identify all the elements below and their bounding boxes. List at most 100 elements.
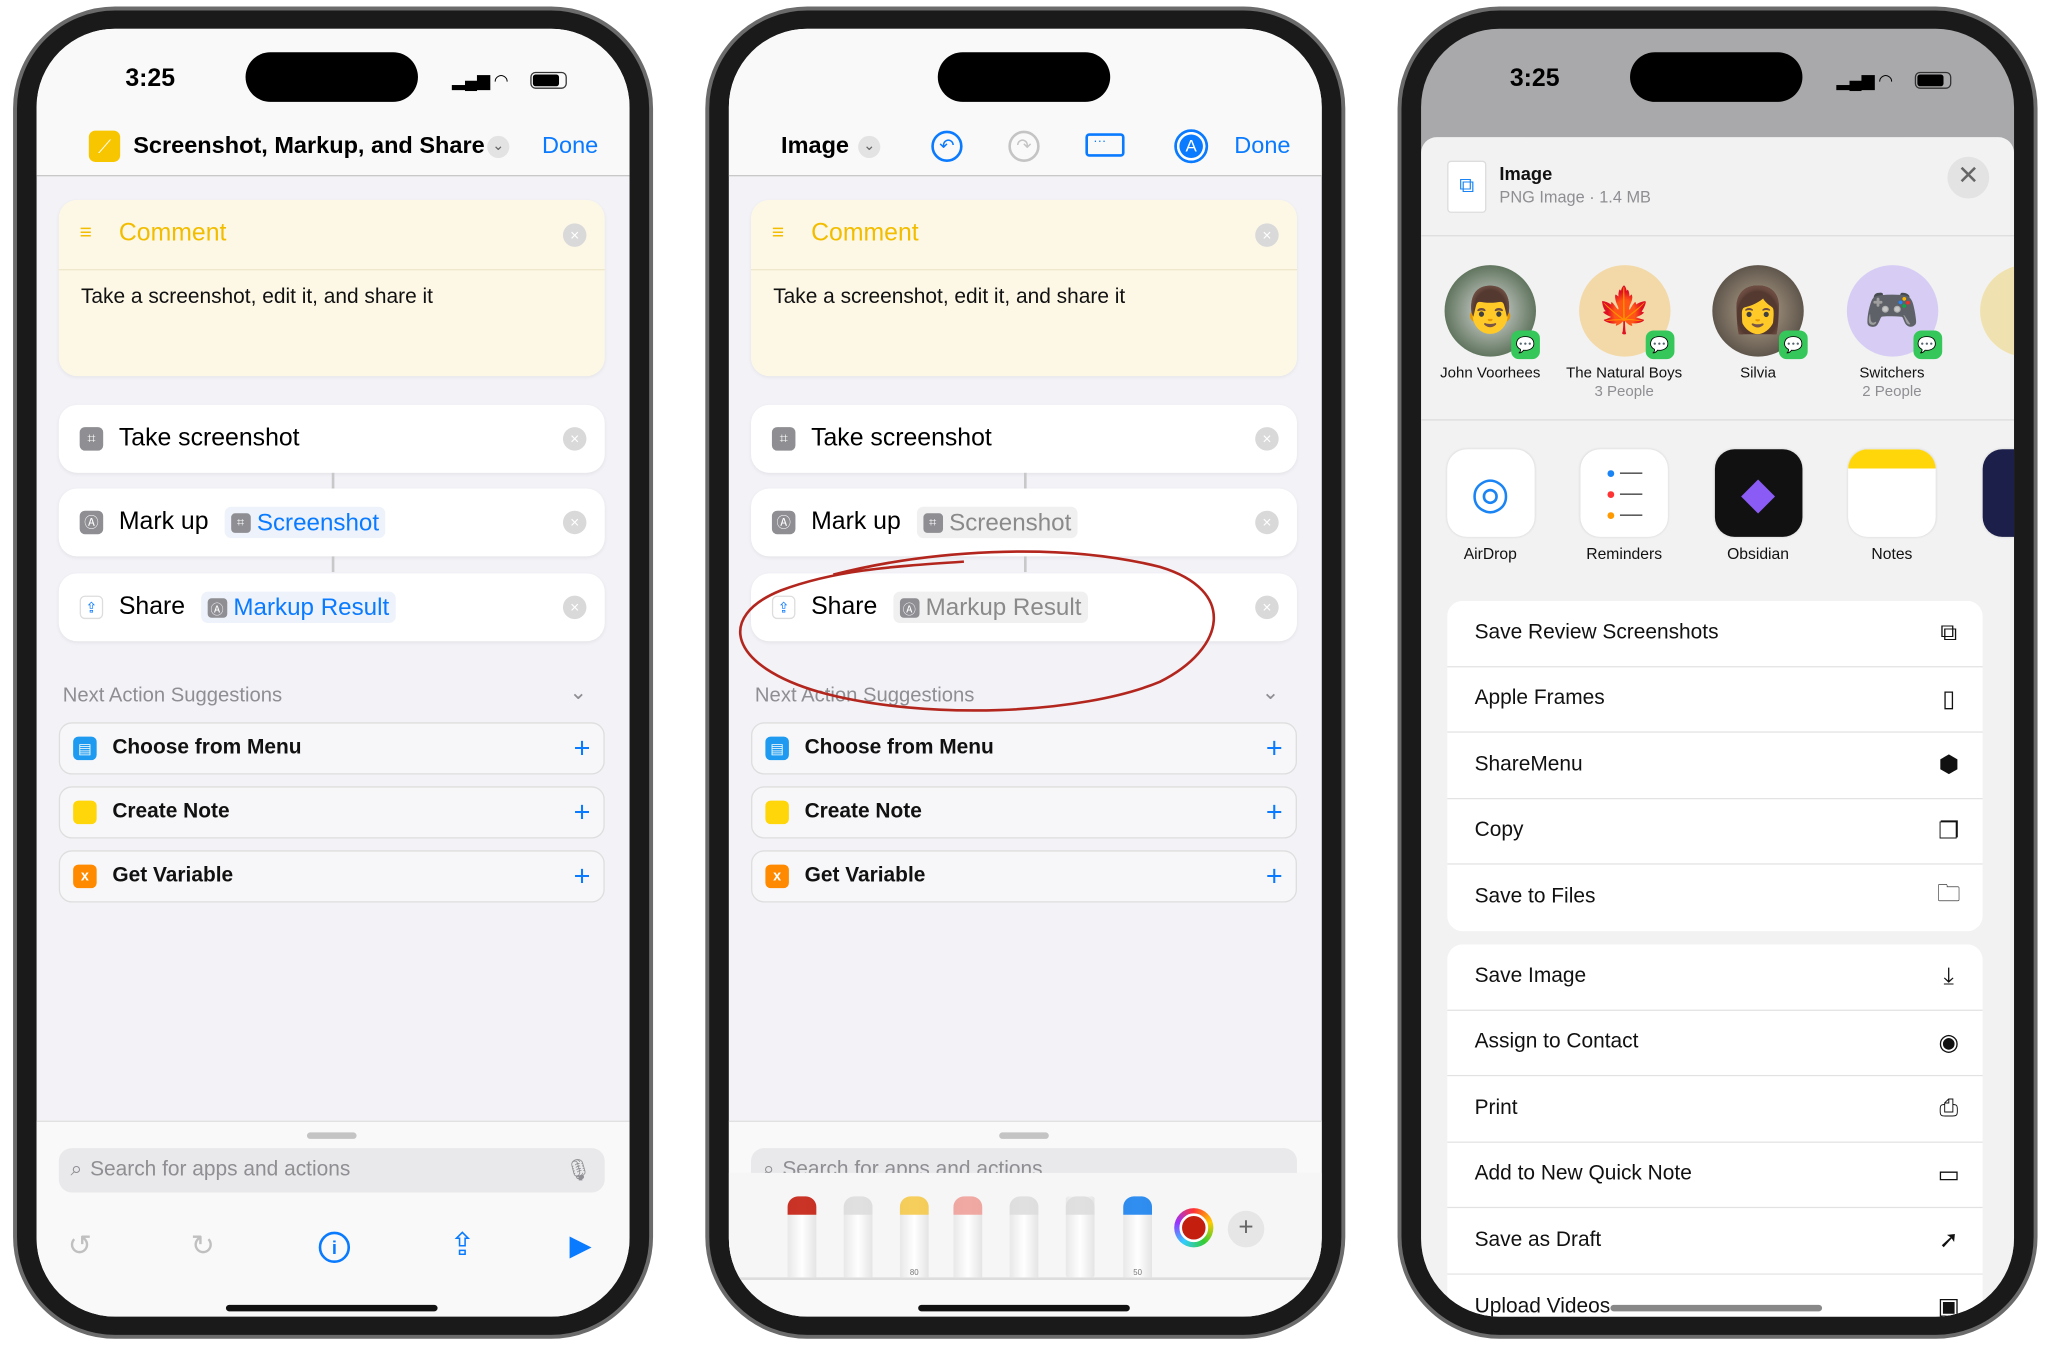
redo-icon[interactable]: ↷ xyxy=(1008,130,1040,162)
monoline-tool[interactable] xyxy=(843,1196,873,1278)
marker-tool[interactable]: 80 xyxy=(899,1196,929,1278)
phone-1: 3:25 ▂▄▆ ◠ ⟋ Screenshot, Markup, and Sha… xyxy=(13,6,654,1339)
share-person[interactable]: 👩 💬 Silvia xyxy=(1693,265,1824,383)
remove-button[interactable]: × xyxy=(562,427,587,451)
redo-icon[interactable]: ↻ xyxy=(191,1229,215,1263)
share-action-row[interactable]: Save to Files 🗀 xyxy=(1447,864,1983,931)
undo-icon[interactable]: ↶ xyxy=(931,130,963,162)
action-2[interactable]: ⇪ Share Ⓐ Markup Result × xyxy=(58,573,605,642)
avatar: 👩 💬 xyxy=(1712,265,1808,360)
share-action-row[interactable]: Assign to Contact ◉ xyxy=(1447,1010,1983,1077)
suggestion-icon: x xyxy=(73,864,97,889)
share-action-row[interactable]: Print ⎙ xyxy=(1447,1076,1983,1143)
share-person[interactable]: 🍁 💬 The Natural Boys 3 People xyxy=(1559,265,1690,401)
pen-tool[interactable] xyxy=(787,1196,817,1278)
share-action-row[interactable]: Apple Frames ▯ xyxy=(1447,666,1983,733)
remove-button[interactable]: × xyxy=(1255,427,1279,451)
share-icon[interactable]: ⇪ xyxy=(449,1226,475,1264)
comment-text[interactable]: Take a screenshot, edit it, and share it xyxy=(773,286,1125,310)
remove-button[interactable]: × xyxy=(562,510,587,535)
printer-icon: ⎙ xyxy=(1939,1094,1959,1121)
close-button[interactable]: ✕ xyxy=(1947,156,1990,199)
share-action-row[interactable]: Copy ❐ xyxy=(1447,798,1983,865)
action-icon: ⇪ xyxy=(79,595,104,620)
share-action-row[interactable]: Save as Draft ➚ xyxy=(1447,1208,1983,1275)
variable-token[interactable]: ⌗ Screenshot xyxy=(224,506,386,539)
cube-icon: ⬢ xyxy=(1938,751,1959,778)
share-app-m[interactable]: ǀ M xyxy=(1960,449,2015,563)
ruler-tool[interactable] xyxy=(1065,1196,1095,1278)
add-icon[interactable]: + xyxy=(1266,859,1283,893)
share-app-notes[interactable]: Notes xyxy=(1827,449,1958,563)
add-icon[interactable]: + xyxy=(574,859,591,893)
markup-title[interactable]: Image xyxy=(781,132,849,159)
remove-button[interactable]: × xyxy=(562,595,587,620)
comment-card[interactable]: ≡ Comment × Take a screenshot, edit it, … xyxy=(58,199,605,377)
done-button[interactable]: Done xyxy=(542,132,598,159)
suggestion-item[interactable]: ▤ Choose from Menu + xyxy=(751,722,1297,775)
add-icon[interactable]: + xyxy=(574,731,591,765)
quick-note-icon: ▭ xyxy=(1937,1160,1960,1187)
share-action-row[interactable]: Save Image ⤓ xyxy=(1447,944,1983,1011)
chevron-down-icon[interactable]: ⌄ xyxy=(858,135,881,159)
comment-card[interactable]: ≡ Comment × Take a screenshot, edit it, … xyxy=(751,199,1297,377)
share-person[interactable]: 🎮 💬 Switchers 2 People xyxy=(1827,265,1958,401)
add-icon[interactable]: + xyxy=(1266,795,1283,829)
action-icon: Ⓐ xyxy=(771,510,796,535)
color-picker[interactable] xyxy=(1174,1208,1214,1248)
share-app-reminders[interactable]: ● ── ● ── ● ── Reminders xyxy=(1559,449,1690,563)
add-icon[interactable]: + xyxy=(1266,731,1283,765)
markup-pen-icon[interactable]: A xyxy=(1174,129,1209,164)
share-person[interactable]: Co 2 xyxy=(1960,265,2015,401)
run-play-icon[interactable]: ▶ xyxy=(569,1229,591,1263)
undo-icon[interactable]: ↺ xyxy=(68,1229,92,1263)
comment-label: Comment xyxy=(811,219,919,247)
action-label: Take screenshot xyxy=(118,424,300,452)
file-icon: ⧉ xyxy=(1447,160,1487,213)
add-tool-button[interactable]: + xyxy=(1227,1210,1265,1248)
token-icon: Ⓐ xyxy=(207,597,227,618)
share-action-row[interactable]: Add to New Quick Note ▭ xyxy=(1447,1142,1983,1209)
action-0[interactable]: ⌗ Take screenshot × xyxy=(58,404,605,473)
remove-button[interactable]: × xyxy=(562,223,587,247)
suggestion-item[interactable]: x Get Variable + xyxy=(58,850,605,903)
chevron-down-icon[interactable]: ⌄ xyxy=(487,135,510,159)
shortcut-title[interactable]: Screenshot, Markup, and Share xyxy=(133,132,484,159)
suggestion-item[interactable]: x Get Variable + xyxy=(751,850,1297,903)
shortcut-icon[interactable]: ⟋ xyxy=(88,130,121,162)
fountain-pen-tool[interactable]: 50 xyxy=(1123,1196,1152,1278)
action-search-panel: ⌕ Search for apps and actions 🎙 ↺ ↻ i ⇪ ▶ xyxy=(36,1120,630,1317)
remove-button[interactable]: × xyxy=(1255,510,1279,535)
drag-handle[interactable] xyxy=(999,1132,1049,1139)
pencil-tool[interactable] xyxy=(1009,1196,1039,1278)
add-icon[interactable]: + xyxy=(574,795,591,829)
variable-token[interactable]: ⌗ Screenshot xyxy=(916,506,1078,539)
info-icon[interactable]: i xyxy=(318,1231,351,1264)
done-button[interactable]: Done xyxy=(1234,132,1290,159)
microphone-icon[interactable]: 🎙 xyxy=(565,1157,592,1183)
eraser-tool[interactable] xyxy=(953,1196,983,1278)
action-1[interactable]: Ⓐ Mark up ⌗ Screenshot × xyxy=(58,488,605,557)
action-0[interactable]: ⌗ Take screenshot × xyxy=(751,404,1297,473)
search-input[interactable]: ⌕ Search for apps and actions 🎙 xyxy=(58,1148,605,1193)
comment-text[interactable]: Take a screenshot, edit it, and share it xyxy=(81,286,433,310)
share-action-row[interactable]: Save Review Screenshots ⧉ xyxy=(1447,600,1983,667)
share-person[interactable]: 👨 💬 John Voorhees xyxy=(1425,265,1556,383)
avatar xyxy=(1980,265,2015,357)
share-app-airdrop[interactable]: ◎ AirDrop xyxy=(1425,449,1556,563)
share-action-row[interactable]: ShareMenu ⬢ xyxy=(1447,732,1983,799)
chevron-down-icon[interactable]: ⌄ xyxy=(569,679,587,705)
suggestion-item[interactable]: Create Note + xyxy=(751,786,1297,839)
remove-button[interactable]: × xyxy=(1255,223,1279,247)
drag-handle[interactable] xyxy=(306,1132,357,1139)
share-app-obsidian[interactable]: ◆ Obsidian xyxy=(1693,449,1824,563)
suggestion-icon xyxy=(765,800,789,825)
suggestion-item[interactable]: Create Note + xyxy=(58,786,605,839)
suggestion-icon: x xyxy=(765,864,789,889)
action-label: Share xyxy=(118,592,186,621)
photos-stack-icon: ⧉ xyxy=(1940,619,1958,646)
token-icon: ⌗ xyxy=(922,512,943,533)
variable-token[interactable]: Ⓐ Markup Result xyxy=(200,591,396,624)
signature-icon[interactable]: ··· xyxy=(1085,133,1125,157)
suggestion-item[interactable]: ▤ Choose from Menu + xyxy=(58,722,605,775)
